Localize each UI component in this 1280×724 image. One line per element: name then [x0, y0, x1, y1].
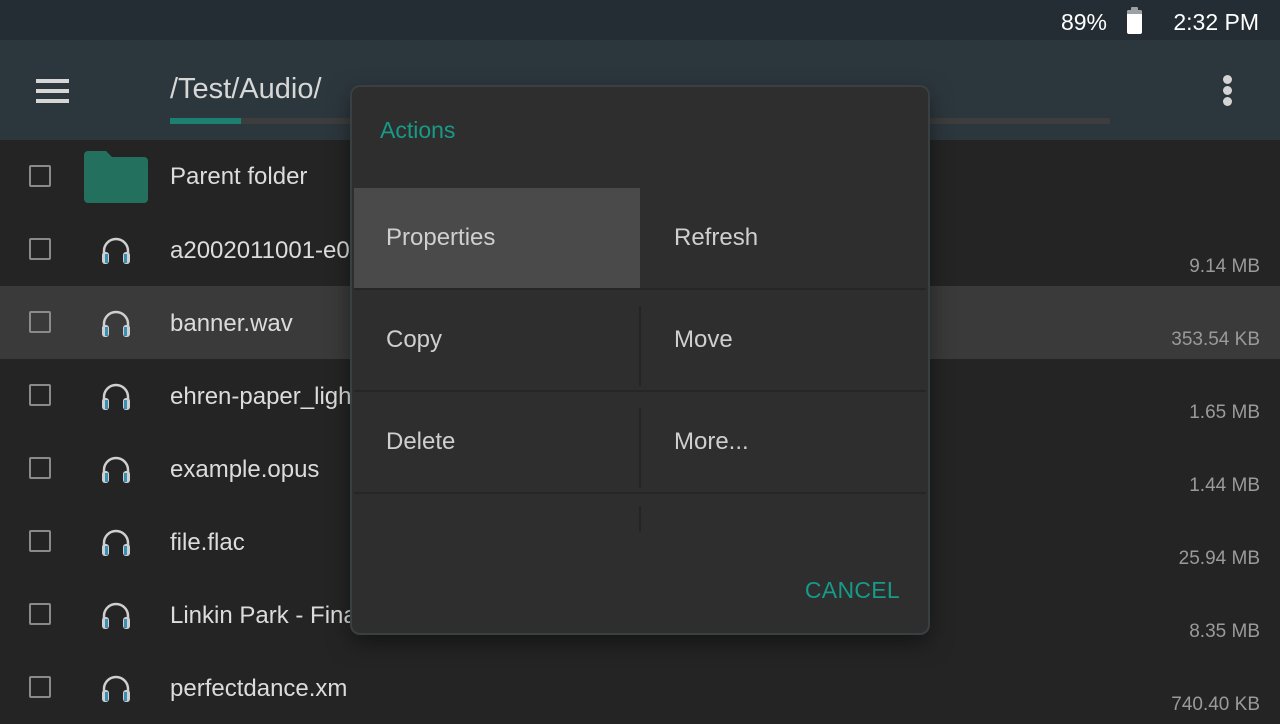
headphones-icon — [102, 529, 130, 556]
file-name: Linkin Park - Fina — [170, 602, 357, 629]
headphones-icon — [102, 602, 130, 629]
file-name: example.opus — [170, 456, 320, 483]
file-size: 740.40 KB — [1171, 694, 1260, 715]
file-name: banner.wav — [170, 310, 293, 337]
file-size: 353.54 KB — [1171, 329, 1260, 350]
file-name: Parent folder — [170, 163, 308, 190]
properties-button[interactable]: Properties — [354, 188, 640, 288]
battery-icon — [1127, 7, 1142, 34]
cancel-button[interactable]: CANCEL — [805, 577, 900, 604]
refresh-button[interactable]: Refresh — [640, 188, 926, 288]
status-bar: 89% 2:32 PM — [0, 0, 1280, 40]
file-size: 9.14 MB — [1189, 256, 1260, 277]
action-label: More... — [674, 428, 749, 455]
action-row: Properties Refresh — [354, 188, 926, 290]
action-label: Move — [674, 326, 733, 353]
action-row: Delete More... — [354, 392, 926, 494]
row-checkbox[interactable] — [29, 676, 51, 698]
file-name: perfectdance.xm — [170, 675, 348, 702]
file-row[interactable]: perfectdance.xm 740.40 KB — [0, 651, 1280, 724]
file-size: 8.35 MB — [1189, 621, 1260, 642]
row-checkbox[interactable] — [29, 384, 51, 406]
headphones-icon — [102, 383, 130, 410]
row-checkbox[interactable] — [29, 457, 51, 479]
row-checkbox[interactable] — [29, 311, 51, 333]
delete-button[interactable]: Delete — [354, 392, 640, 492]
file-name: a2002011001-e0 — [170, 237, 350, 264]
headphones-icon — [102, 675, 130, 702]
battery-percent: 89% — [1060, 9, 1107, 35]
action-label: Delete — [386, 428, 456, 455]
headphones-icon — [102, 310, 130, 337]
hamburger-menu-icon[interactable] — [36, 79, 69, 103]
action-row: Copy Move — [354, 290, 926, 392]
row-checkbox[interactable] — [29, 165, 51, 187]
file-name: ehren-paper_ligh — [170, 383, 352, 410]
row-checkbox[interactable] — [29, 530, 51, 552]
headphones-icon — [102, 237, 130, 264]
more-vert-icon[interactable] — [1222, 75, 1234, 107]
file-size: 1.44 MB — [1189, 475, 1260, 496]
action-row-partial — [354, 494, 926, 534]
divider — [639, 506, 641, 532]
current-path: /Test/Audio/ — [170, 73, 322, 105]
file-size: 25.94 MB — [1178, 548, 1260, 569]
path-scroll-indicator-fill — [170, 118, 241, 124]
actions-dialog: Actions Properties Refresh Copy Move Del… — [352, 87, 928, 633]
move-button[interactable]: Move — [640, 290, 926, 390]
copy-button[interactable]: Copy — [354, 290, 640, 390]
more-button[interactable]: More... — [640, 392, 926, 492]
folder-icon — [84, 151, 148, 203]
file-size: 1.65 MB — [1189, 402, 1260, 423]
row-checkbox[interactable] — [29, 603, 51, 625]
clock: 2:32 PM — [1173, 9, 1259, 35]
action-label: Refresh — [674, 224, 759, 251]
file-name: file.flac — [170, 529, 245, 556]
action-label: Copy — [386, 326, 443, 353]
action-label: Properties — [386, 224, 496, 251]
dialog-title: Actions — [380, 117, 456, 143]
row-checkbox[interactable] — [29, 238, 51, 260]
headphones-icon — [102, 456, 130, 483]
